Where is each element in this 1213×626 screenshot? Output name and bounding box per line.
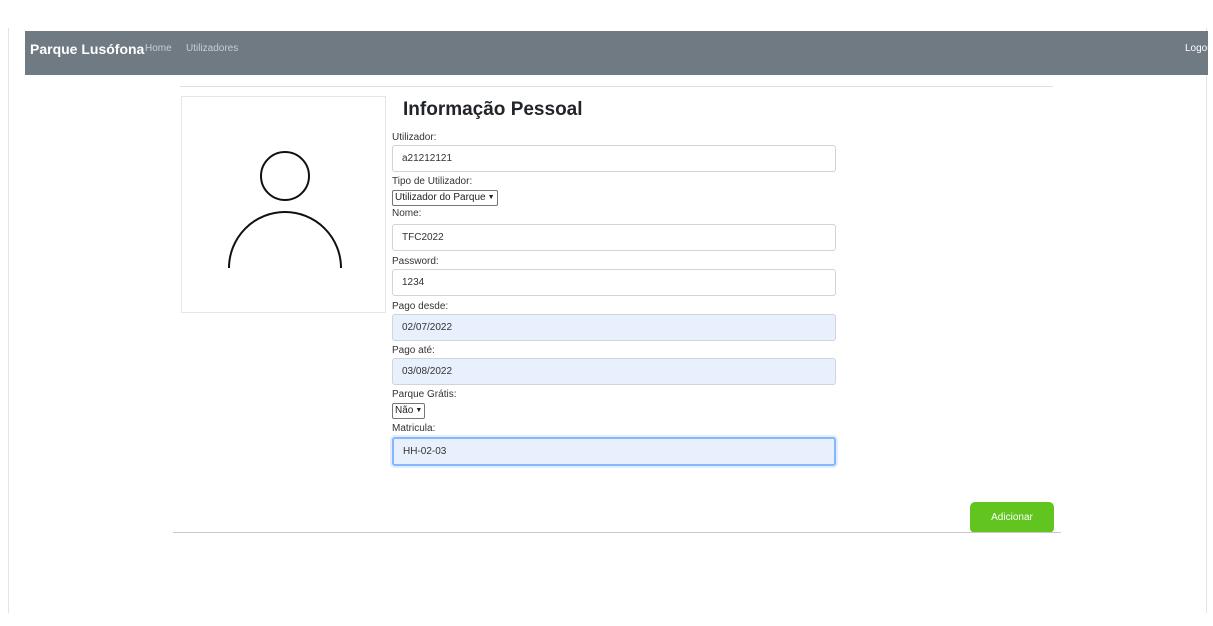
top-navbar: Parque Lusófona Home Utilizadores Logout — [25, 31, 1213, 75]
divider-top — [180, 86, 1053, 87]
parque-gratis-selected: Não — [395, 405, 414, 416]
nav-utilizadores-link[interactable]: Utilizadores — [186, 43, 238, 54]
logout-link[interactable]: Logout — [1185, 43, 1213, 54]
adicionar-button[interactable]: Adicionar — [970, 502, 1054, 533]
pago-desde-label: Pago desde: — [392, 301, 449, 312]
parque-gratis-label: Parque Grátis: — [392, 389, 457, 400]
tipo-utilizador-label: Tipo de Utilizador: — [392, 176, 473, 187]
chevron-down-icon: ▼ — [487, 194, 495, 201]
avatar-card — [181, 96, 386, 313]
utilizador-label: Utilizador: — [392, 132, 437, 143]
utilizador-input[interactable]: a21212121 — [392, 145, 836, 172]
brand-link[interactable]: Parque Lusófona — [30, 41, 144, 57]
window-edge-left — [8, 28, 9, 613]
pago-desde-input[interactable]: 02/07/2022 — [392, 314, 836, 341]
user-avatar-icon — [228, 151, 342, 269]
matricula-input[interactable]: HH-02-03 — [392, 437, 836, 466]
password-label: Password: — [392, 256, 439, 267]
pago-ate-input[interactable]: 03/08/2022 — [392, 358, 836, 385]
window-edge-right — [1206, 28, 1207, 613]
nav-home-link[interactable]: Home — [145, 43, 172, 54]
divider-bottom — [173, 532, 1061, 533]
pago-ate-label: Pago até: — [392, 345, 435, 356]
tipo-utilizador-selected: Utilizador do Parque — [395, 192, 486, 203]
nome-input[interactable]: TFC2022 — [392, 224, 836, 251]
tipo-utilizador-select[interactable]: Utilizador do Parque ▼ — [392, 190, 498, 206]
page-title: Informação Pessoal — [403, 99, 583, 120]
chevron-down-icon: ▼ — [415, 407, 423, 414]
matricula-label: Matricula: — [392, 423, 436, 434]
nome-label: Nome: — [392, 208, 422, 219]
parque-gratis-select[interactable]: Não ▼ — [392, 403, 426, 419]
password-input[interactable]: 1234 — [392, 269, 836, 296]
